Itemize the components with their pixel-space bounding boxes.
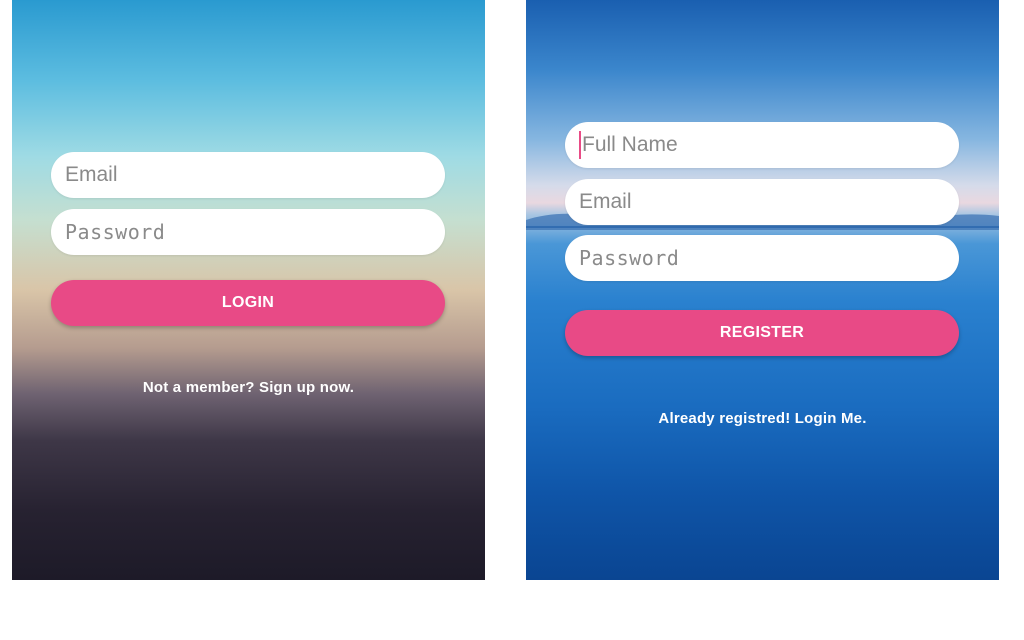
register-screen: Full Name Email Password REGISTER Alread…: [526, 0, 999, 580]
register-email-placeholder: Email: [579, 190, 632, 213]
register-password-field[interactable]: Password: [565, 235, 959, 281]
password-field[interactable]: Password: [51, 209, 445, 255]
login-link[interactable]: Already registred! Login Me.: [526, 410, 999, 427]
horizon-line: [526, 226, 999, 228]
login-button[interactable]: LOGIN: [51, 280, 445, 326]
register-email-field[interactable]: Email: [565, 179, 959, 225]
text-caret: [579, 131, 581, 159]
password-placeholder: Password: [65, 220, 166, 244]
register-password-placeholder: Password: [579, 246, 680, 270]
email-field[interactable]: Email: [51, 152, 445, 198]
email-placeholder: Email: [65, 163, 118, 186]
register-button[interactable]: REGISTER: [565, 310, 959, 356]
signup-link[interactable]: Not a member? Sign up now.: [12, 379, 485, 396]
fullname-field[interactable]: Full Name: [565, 122, 959, 168]
login-screen: Email Password LOGIN Not a member? Sign …: [12, 0, 485, 580]
fullname-placeholder: Full Name: [582, 133, 678, 156]
